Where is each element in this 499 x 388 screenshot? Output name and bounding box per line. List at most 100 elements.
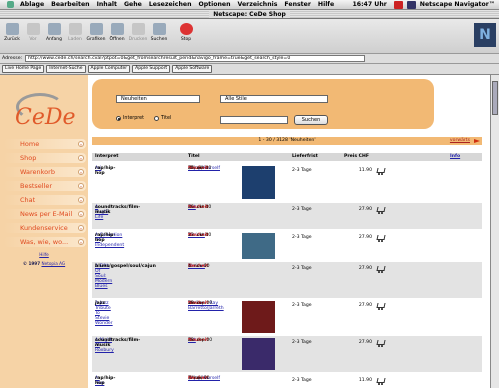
add-to-cart-icon[interactable] — [376, 266, 385, 273]
genre: soundtracks/film-musik — [95, 338, 141, 348]
col-lieferfrist: Lieferfrist — [292, 154, 318, 159]
table-row[interactable]: A Night At Roxbury soundtracks/film-musik… — [92, 336, 482, 372]
apple-menu-icon[interactable] — [7, 1, 14, 8]
search-input[interactable] — [220, 116, 288, 124]
add-to-cart-icon[interactable] — [376, 340, 385, 347]
menu-inhalt[interactable]: Inhalt — [97, 1, 117, 8]
address-bar: Adresse: http://www.cede.ch/search.cval?… — [0, 54, 499, 64]
bookmark-live-home-page[interactable]: Live Home Page — [2, 65, 45, 73]
release-date: 28. sep 00 — [188, 338, 213, 343]
main-nav: Home» Shop» Warenkorb» Bestseller» Chat»… — [4, 139, 86, 251]
find-button[interactable]: Suchen — [149, 21, 169, 49]
album-cover[interactable] — [242, 301, 275, 333]
home-button[interactable]: Anfang — [44, 21, 64, 49]
vertical-scrollbar[interactable] — [490, 75, 499, 388]
menu-ablage[interactable]: Ablage — [20, 1, 44, 8]
nav-warenkorb[interactable]: Warenkorb» — [4, 167, 86, 177]
table-row[interactable]: A Bug'S Life soundtracks/film-musik Ost Neu… — [92, 203, 482, 229]
genre: rap/hip-hop — [95, 166, 116, 176]
sidebar: CeDe Home» Shop» Warenkorb» Bestseller» … — [0, 75, 88, 388]
sidebar-help-link[interactable]: Hilfe — [0, 252, 88, 257]
menu-fenster[interactable]: Fenster — [284, 1, 310, 8]
netscape-logo-icon: N — [474, 23, 496, 47]
url-field[interactable]: http://www.cede.ch/search.cval?ptpot=0&g… — [25, 55, 366, 62]
table-row[interactable]: A Fifth Of Soul: Modern Blues blues/gospe… — [92, 262, 482, 298]
album-cover[interactable] — [242, 338, 275, 370]
nav-was-wie-wo[interactable]: Was, wie, wo...» — [4, 237, 86, 247]
reload-button[interactable]: Laden — [65, 21, 85, 49]
table-row[interactable]: A-Plus rap/hip-hop Enjoy Yourself (Maxi) Neu… — [92, 374, 482, 388]
nav-shop[interactable]: Shop» — [4, 153, 86, 163]
add-to-cart-icon[interactable] — [376, 303, 385, 310]
add-to-cart-icon[interactable] — [376, 235, 385, 242]
add-to-cart-icon[interactable] — [376, 207, 385, 214]
radio-selected-icon — [116, 116, 121, 121]
back-button[interactable]: Zurück — [2, 21, 22, 49]
images-button[interactable]: Grafiken — [86, 21, 106, 49]
nav-chat[interactable]: Chat» — [4, 195, 86, 205]
bookmark-apple-support[interactable]: Apple Support — [132, 65, 171, 73]
radio-interpret[interactable]: Interpret — [116, 116, 144, 121]
nav-arrow-icon: » — [78, 183, 84, 189]
add-to-cart-icon[interactable] — [376, 168, 385, 175]
cede-logo[interactable]: CeDe — [10, 91, 78, 139]
stop-button[interactable]: Stop — [176, 21, 196, 49]
print-button[interactable]: Drucken — [128, 21, 148, 49]
table-row[interactable]: Ari rap/hip-hop Enjoy Yourself (Maxi) Neuhei… — [92, 164, 482, 202]
forward-button[interactable]: Vor — [23, 21, 43, 49]
menu-gehe[interactable]: Gehe — [124, 1, 142, 8]
menu-bearbeiten[interactable]: Bearbeiten — [51, 1, 89, 8]
col-interpret: Interpret — [95, 154, 119, 159]
menu-lesezeichen[interactable]: Lesezeichen — [149, 1, 192, 8]
release-date: 25. okt 00 — [188, 166, 212, 171]
delivery-time: 2-3 Tage — [292, 303, 312, 308]
delivery-time: 2-3 Tage — [292, 340, 312, 345]
bookmark-apple-computer[interactable]: Apple Computer — [87, 65, 131, 73]
address-label: Adresse: — [2, 56, 23, 61]
nav-arrow-icon: » — [78, 225, 84, 231]
release-date: 26. okt 00 — [188, 205, 212, 210]
app-menu[interactable]: Netscape Navigator™ — [420, 1, 495, 8]
bookmark-apple-software[interactable]: Apple Software — [172, 65, 213, 73]
window-titlebar[interactable]: Netscape: CeDe Shop — [0, 10, 499, 19]
table-row[interactable]: A Collection Of Independent rap/hip-hop Va… — [92, 231, 482, 261]
reload-icon — [68, 23, 82, 35]
menu-verzeichnis[interactable]: Verzeichnis — [238, 1, 278, 8]
album-cover[interactable] — [242, 166, 275, 199]
style-select[interactable]: Alle Stile — [220, 95, 328, 103]
nav-kundenservice[interactable]: Kundenservice» — [4, 223, 86, 233]
back-arrow-icon — [5, 23, 19, 35]
table-row[interactable]: A Jazz Tribute To Stevie Wonder jazz Vario… — [92, 299, 482, 335]
category-select[interactable]: Neuheiten — [116, 95, 200, 103]
open-button[interactable]: Öffnen — [107, 21, 127, 49]
col-titel: Titel — [188, 154, 200, 159]
menu-optionen[interactable]: Optionen — [198, 1, 230, 8]
scroll-thumb[interactable] — [492, 81, 498, 115]
nav-arrow-icon: » — [78, 211, 84, 217]
nav-bestseller[interactable]: Bestseller» — [4, 181, 86, 191]
menu-hilfe[interactable]: Hilfe — [318, 1, 334, 8]
radio-unselected-icon — [154, 116, 159, 121]
nav-news[interactable]: News per E-Mail» — [4, 209, 86, 219]
genre: jazz — [95, 301, 106, 306]
copyright-link[interactable]: Netopia AG — [41, 261, 65, 266]
radio-title[interactable]: Titel — [154, 116, 171, 121]
next-arrow-icon[interactable] — [474, 139, 480, 143]
nav-arrow-icon: » — [78, 155, 84, 161]
help-balloon-icon[interactable] — [393, 0, 403, 9]
price: 27.90 — [358, 303, 372, 308]
price: 27.90 — [358, 235, 372, 240]
delivery-time: 2-3 Tage — [292, 378, 312, 383]
col-preis: Preis CHF — [344, 154, 370, 159]
add-to-cart-icon[interactable] — [376, 378, 385, 385]
menubar: Ablage Bearbeiten Inhalt Gehe Lesezeiche… — [0, 0, 499, 10]
window-title: Netscape: CeDe Shop — [209, 11, 290, 18]
nav-home[interactable]: Home» — [4, 139, 86, 149]
images-icon — [89, 23, 103, 35]
next-page-link[interactable]: vorwärts — [450, 137, 470, 145]
search-button[interactable]: Suchen — [294, 115, 328, 125]
bookmark-internet-suche[interactable]: Internet-Suche — [46, 65, 86, 73]
netscape-app-icon — [406, 0, 416, 9]
release-date: 7. nov 00 — [188, 376, 210, 381]
album-cover[interactable] — [242, 233, 275, 259]
